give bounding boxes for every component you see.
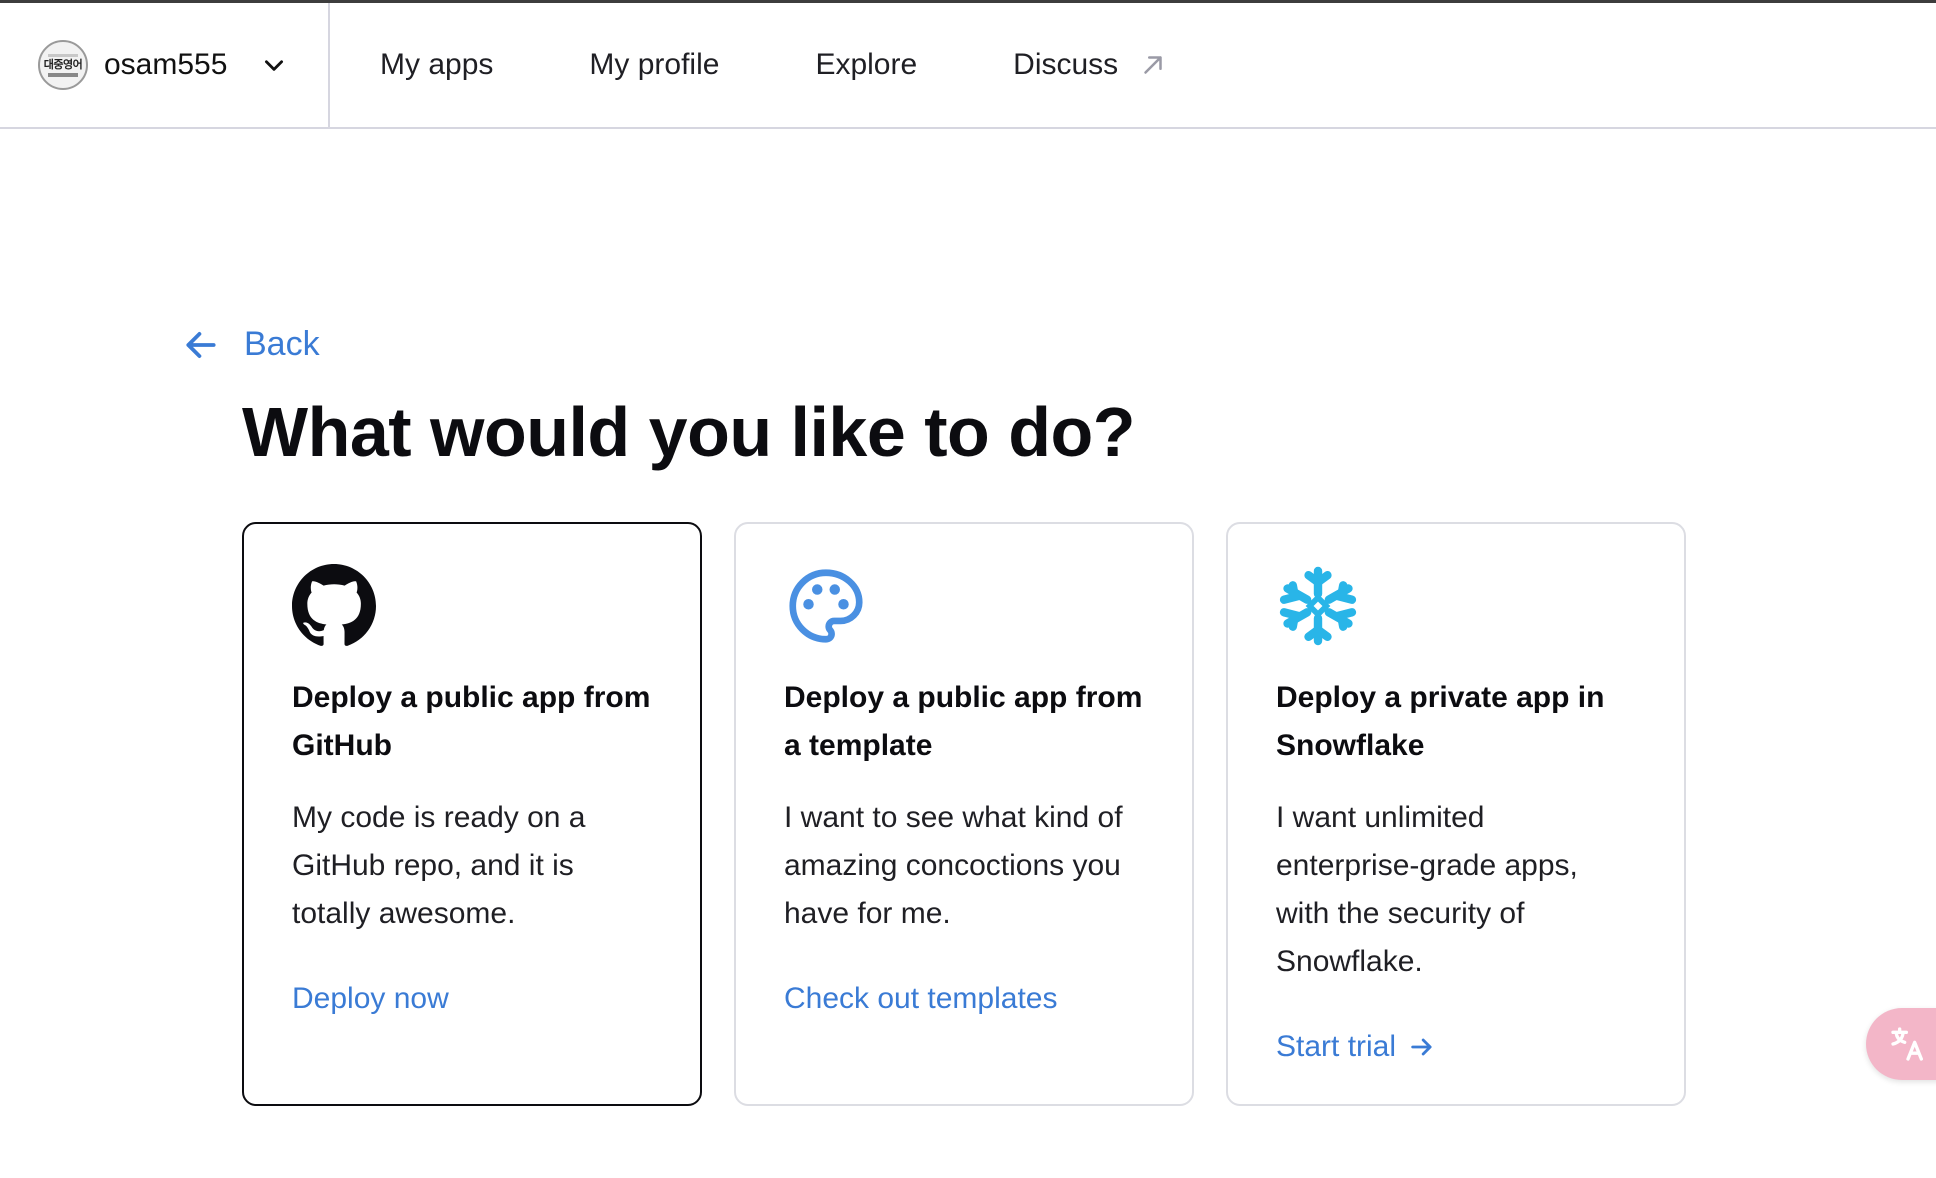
card-heading: Deploy a public app from a template [784, 681, 1143, 762]
card-description: I want to see what kind of amazing conco… [784, 801, 1123, 930]
snowflake-icon [1279, 566, 1357, 646]
nav-explore[interactable]: Explore [815, 48, 917, 82]
start-trial-link[interactable]: Start trial [1276, 1030, 1436, 1064]
deploy-now-label: Deploy now [292, 982, 449, 1015]
check-out-templates-label: Check out templates [784, 982, 1058, 1015]
page: 대중영어 osam555 My apps My profile Explore … [0, 0, 1936, 1178]
nav-my-profile-label: My profile [589, 48, 720, 81]
avatar: 대중영어 [38, 40, 88, 90]
card-deploy-github[interactable]: Deploy a public app from GitHub My code … [242, 522, 702, 1106]
main-nav: My apps My profile Explore Discuss [330, 3, 1264, 127]
start-trial-label: Start trial [1276, 1030, 1397, 1063]
nav-discuss[interactable]: Discuss [1013, 48, 1168, 82]
external-link-icon [1144, 56, 1162, 74]
deploy-now-link[interactable]: Deploy now [292, 982, 449, 1016]
card-heading: Deploy a public app from GitHub [292, 681, 651, 762]
account-switcher[interactable]: 대중영어 osam555 [0, 3, 330, 127]
translate-icon [1891, 1027, 1923, 1061]
nav-my-apps-label: My apps [380, 48, 494, 81]
check-out-templates-link[interactable]: Check out templates [784, 982, 1057, 1016]
arrow-right-icon [1411, 1038, 1432, 1056]
nav-my-profile[interactable]: My profile [589, 48, 719, 82]
avatar-text: 대중영어 [43, 58, 83, 71]
back-label: Back [244, 325, 320, 363]
translate-button[interactable] [1866, 1008, 1936, 1080]
card-description: My code is ready on a GitHub repo, and i… [292, 801, 586, 930]
card-deploy-template[interactable]: Deploy a public app from a template I wa… [734, 522, 1194, 1106]
nav-my-apps[interactable]: My apps [380, 48, 493, 82]
arrow-left-icon [186, 331, 216, 358]
card-deploy-snowflake[interactable]: Deploy a private app in Snowflake I want… [1226, 522, 1686, 1106]
nav-discuss-label: Discuss [1013, 48, 1119, 81]
page-title: What would you like to do? [242, 393, 1136, 471]
back-link[interactable]: Back [182, 325, 320, 364]
palette-icon [789, 569, 863, 643]
card-heading: Deploy a private app in Snowflake [1276, 681, 1605, 762]
github-icon [292, 564, 376, 646]
username: osam555 [104, 48, 228, 81]
chevron-down-icon [265, 60, 284, 71]
card-description: I want unlimited enterprise-grade apps, … [1276, 801, 1578, 978]
top-header: 대중영어 osam555 My apps My profile Explore … [0, 0, 1936, 129]
nav-explore-label: Explore [815, 48, 918, 81]
